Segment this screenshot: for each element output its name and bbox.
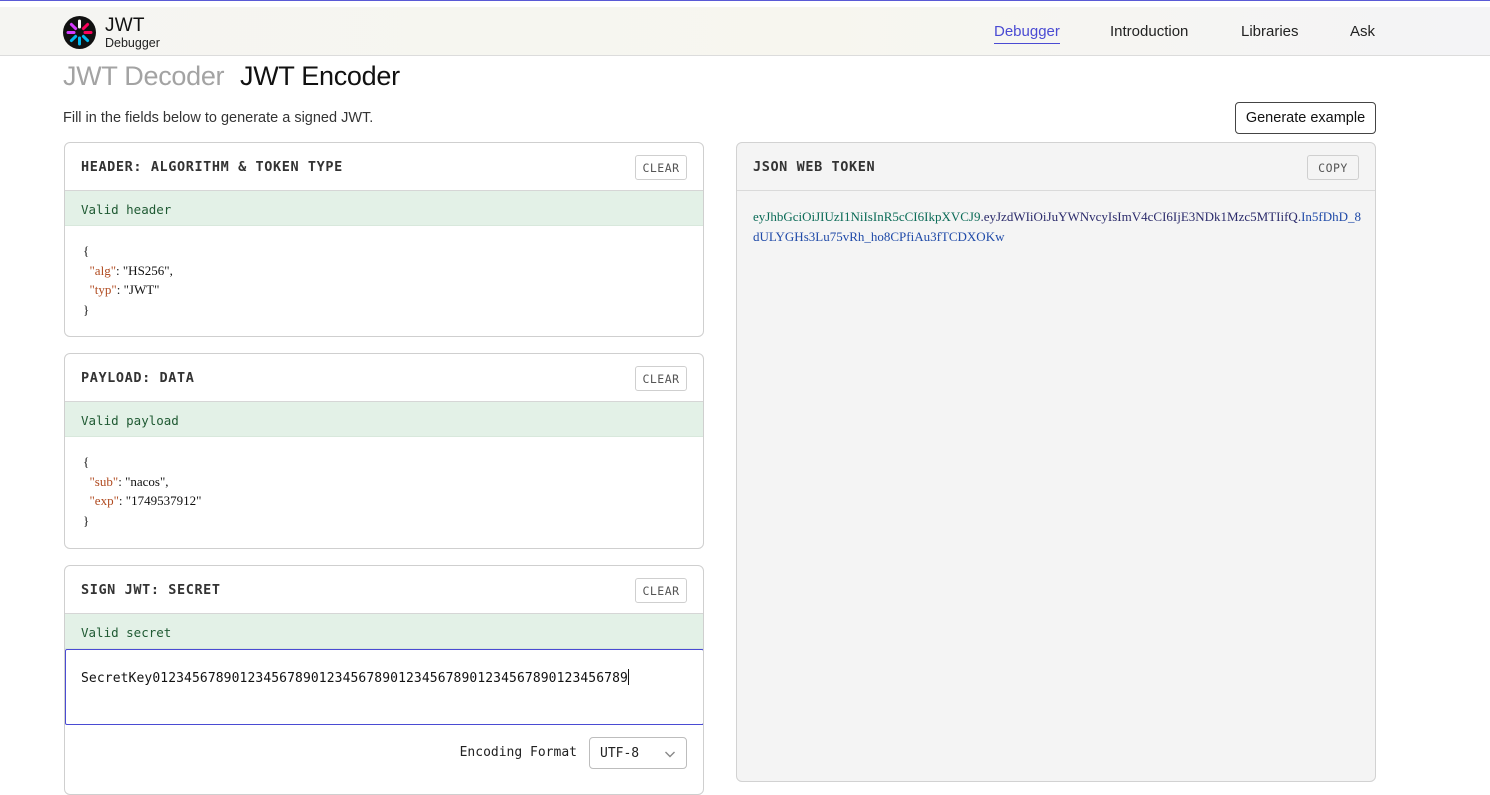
payload-panel-title: PAYLOAD: DATA [81, 370, 195, 386]
secret-value-text: SecretKey0123456789012345678901234567890… [81, 671, 628, 686]
secret-panel-title: SIGN JWT: SECRET [81, 582, 221, 598]
token-panel-title: JSON WEB TOKEN [753, 159, 876, 175]
header-key-alg: "alg" [89, 262, 117, 278]
payload-sep-exp: : [118, 493, 126, 508]
clear-secret-button[interactable]: CLEAR [635, 578, 687, 603]
jwt-output-panel: JSON WEB TOKEN COPY eyJhbGciOiJIUzI1NiIs… [736, 142, 1376, 782]
header-close-brace: } [83, 301, 90, 317]
header-panel-head: HEADER: ALGORITHM & TOKEN TYPE CLEAR [65, 143, 703, 191]
secret-value: SecretKey0123456789012345678901234567890… [81, 669, 629, 686]
header-value-alg: "HS256" [122, 262, 170, 278]
payload-end-sub: , [165, 473, 169, 489]
top-nav-bar: JWT Debugger Debugger Introduction Libra… [0, 0, 1490, 56]
nav-libraries[interactable]: Libraries [1241, 23, 1299, 40]
token-panel-head: JSON WEB TOKEN COPY [737, 143, 1375, 191]
jwt-logo[interactable] [63, 16, 96, 49]
payload-key-exp: "exp" [89, 493, 119, 508]
intro-text: Fill in the fields below to generate a s… [63, 110, 374, 126]
encoding-format-label: Encoding Format [459, 745, 577, 760]
payload-close-brace: } [83, 512, 90, 528]
payload-editor[interactable]: { "sub": "nacos", "exp": "1749537912" } [65, 437, 703, 530]
secret-panel-head: SIGN JWT: SECRET CLEAR [65, 566, 703, 614]
secret-panel: SIGN JWT: SECRET CLEAR Valid secret Secr… [64, 565, 704, 795]
nav-debugger[interactable]: Debugger [994, 23, 1060, 44]
header-end-alg: , [169, 262, 173, 278]
encoding-format-value: UTF-8 [600, 746, 640, 761]
tab-jwt-decoder[interactable]: JWT Decoder [63, 61, 225, 92]
tab-jwt-encoder[interactable]: JWT Encoder [240, 61, 400, 92]
header-open-brace: { [83, 243, 90, 258]
clear-payload-button[interactable]: CLEAR [635, 366, 687, 391]
payload-status: Valid payload [65, 402, 703, 437]
chevron-down-icon [665, 751, 675, 758]
encoding-format-select[interactable]: UTF-8 [589, 737, 687, 769]
header-sep-typ: : [116, 282, 124, 297]
payload-value-exp: "1749537912" [125, 493, 202, 508]
header-editor[interactable]: { "alg": "HS256", "typ": "JWT" } [65, 226, 703, 319]
clear-header-button[interactable]: CLEAR [635, 155, 687, 180]
text-caret [627, 669, 629, 685]
brand-subtitle: Debugger [105, 36, 160, 50]
payload-open-brace: { [83, 454, 90, 469]
brand-title: JWT [105, 15, 145, 36]
payload-panel-head: PAYLOAD: DATA CLEAR [65, 354, 703, 402]
header-status: Valid header [65, 191, 703, 226]
generate-example-button[interactable]: Generate example [1235, 102, 1376, 134]
header-value-typ: "JWT" [123, 282, 160, 297]
secret-input[interactable]: SecretKey0123456789012345678901234567890… [65, 649, 703, 725]
token-payload-part: eyJzdWIiOiJuYWNvcyIsImV4cCI6IjE3NDk1Mzc5… [983, 209, 1298, 224]
copy-token-button[interactable]: COPY [1307, 155, 1359, 180]
header-sep-alg: : [116, 262, 123, 278]
payload-key-sub: "sub" [89, 473, 119, 489]
token-header-part: eyJhbGciOiJIUzI1NiIsInR5cCI6IkpXVCJ9 [753, 209, 981, 224]
nav-ask[interactable]: Ask [1350, 23, 1375, 40]
jwt-token-output[interactable]: eyJhbGciOiJIUzI1NiIsInR5cCI6IkpXVCJ9.eyJ… [753, 207, 1365, 247]
header-key-typ: "typ" [89, 282, 117, 297]
header-panel-title: HEADER: ALGORITHM & TOKEN TYPE [81, 159, 343, 175]
header-panel: HEADER: ALGORITHM & TOKEN TYPE CLEAR Val… [64, 142, 704, 337]
payload-value-sub: "nacos" [125, 473, 166, 489]
brand[interactable]: JWT Debugger [105, 16, 160, 50]
payload-panel: PAYLOAD: DATA CLEAR Valid payload { "sub… [64, 353, 704, 549]
secret-status: Valid secret [65, 614, 703, 649]
nav-introduction[interactable]: Introduction [1110, 23, 1188, 40]
